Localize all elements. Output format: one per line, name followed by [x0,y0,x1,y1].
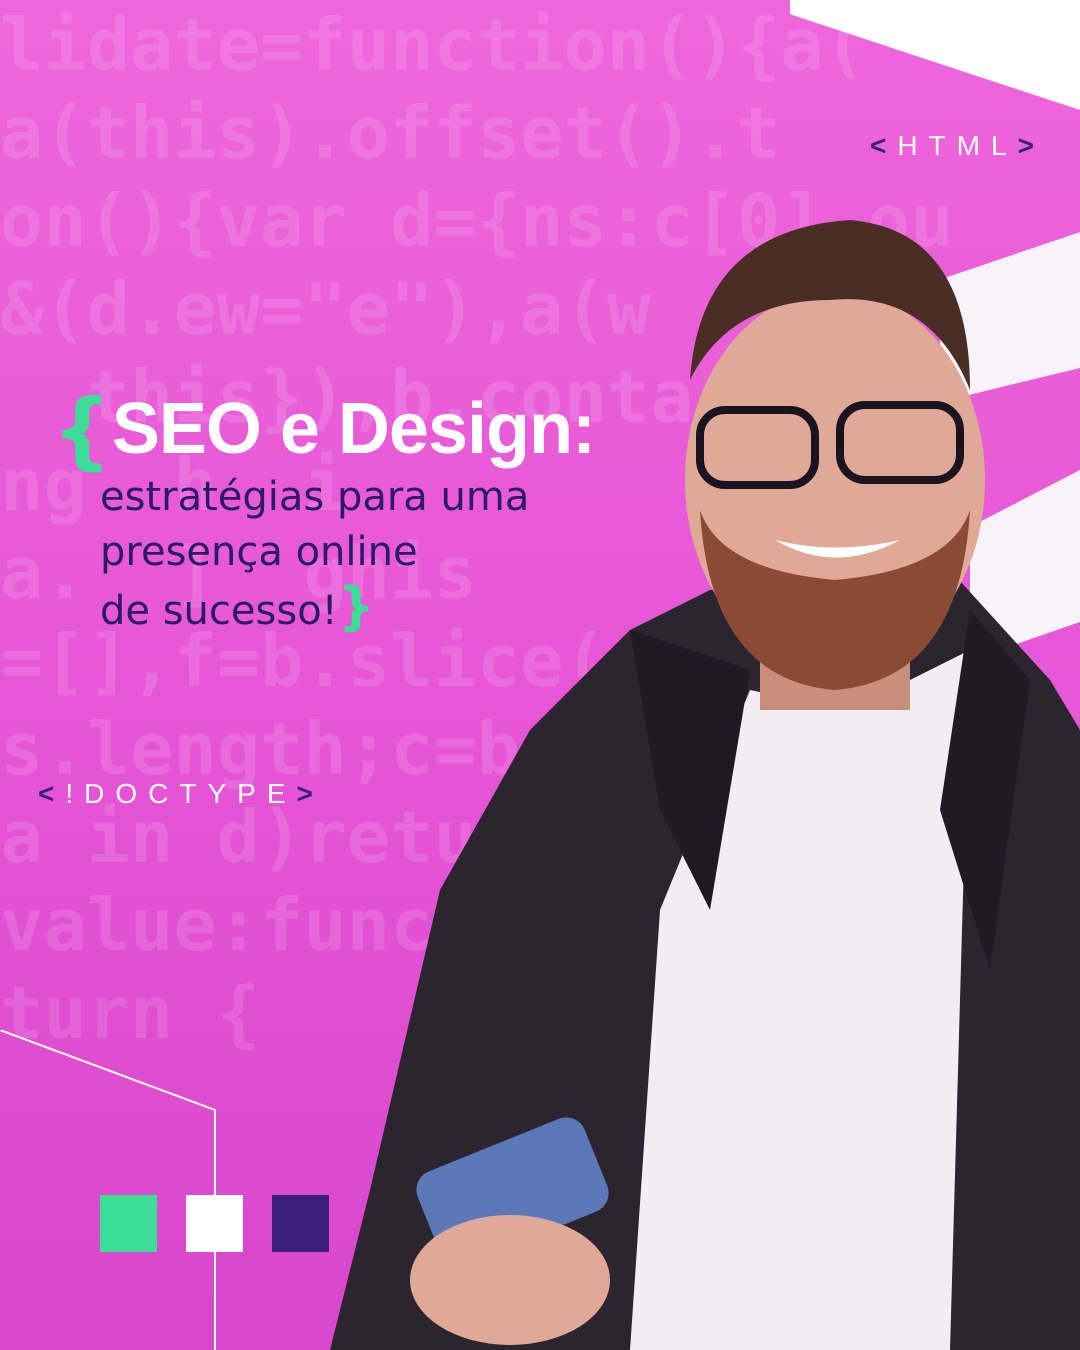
swatch-white [186,1195,243,1252]
brace-open: { [52,381,112,479]
doctype-tag: <!DOCTYPE> [38,778,324,809]
code-line: a(this).offset().t [0,91,781,175]
subtitle-line: de sucesso! [100,588,338,634]
swatch-purple [272,1195,329,1252]
man-photo [330,220,1080,1350]
hand [410,1215,610,1345]
post-canvas: lidate=function(){a( a(this).offset().t … [0,0,1080,1350]
swatch-green [100,1195,157,1252]
html-tag: <HTML> [870,130,1045,161]
outline-line [0,1030,216,1350]
code-line: lidate=function(){a( [0,3,867,87]
